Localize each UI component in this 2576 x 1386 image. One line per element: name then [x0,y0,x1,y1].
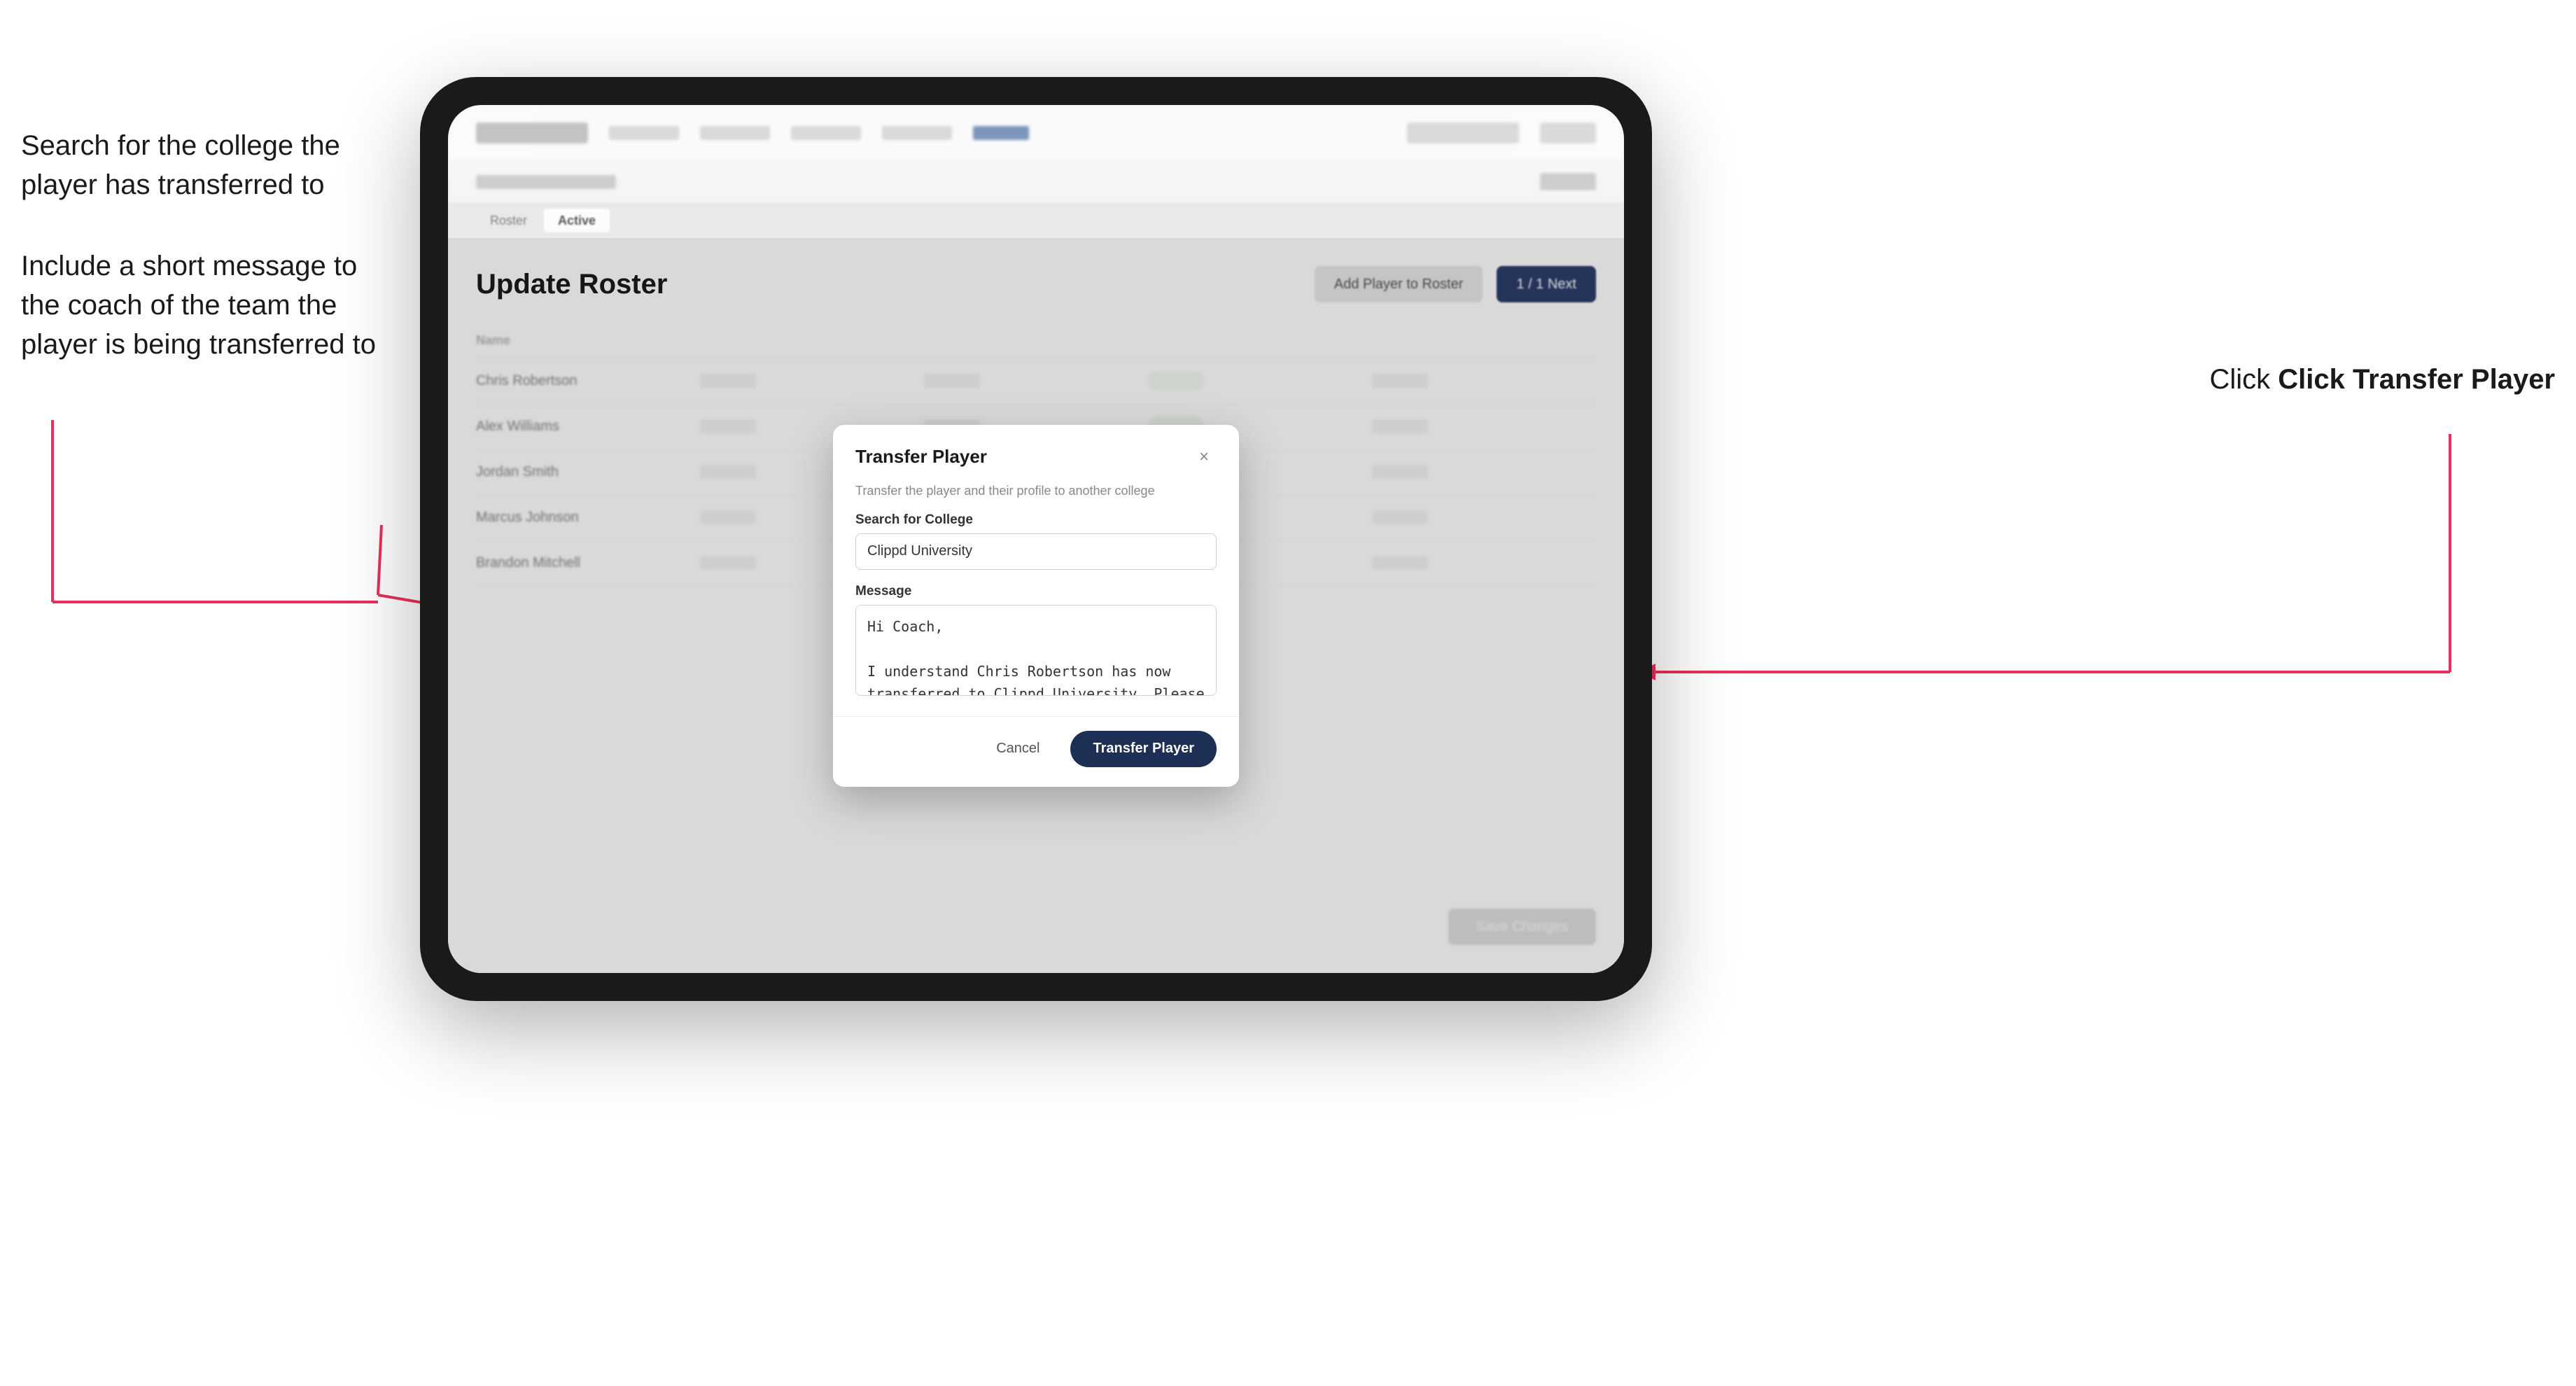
modal-header: Transfer Player × [833,425,1239,484]
annotation-message-text: Include a short message to the coach of … [21,246,385,364]
tab-active: Active [544,209,610,232]
tab-roster: Roster [476,209,541,232]
tablet-screen: Roster Active Update Roster Add Player t… [448,105,1624,973]
tablet-frame: Roster Active Update Roster Add Player t… [420,77,1652,1001]
annotation-search-text: Search for the college the player has tr… [21,126,385,204]
modal-body: Transfer the player and their profile to… [833,484,1239,716]
breadcrumb-placeholder [476,175,616,189]
content-area: Update Roster Add Player to Roster 1 / 1… [448,238,1624,973]
top-nav [448,105,1624,161]
sub-header [448,161,1624,203]
create-button-placeholder [1540,173,1596,190]
nav-item-moreinfo [882,126,952,140]
nav-logo [476,122,588,144]
annotation-left: Search for the college the player has tr… [21,126,385,406]
annotation-right: Click Click Transfer Player [2209,364,2555,396]
message-label: Message [855,584,1217,599]
modal-close-button[interactable]: × [1191,444,1217,470]
transfer-player-button[interactable]: Transfer Player [1070,731,1217,767]
nav-right-action [1540,122,1596,144]
nav-item-tools [700,126,770,140]
modal-title: Transfer Player [855,446,987,468]
search-college-label: Search for College [855,512,1217,528]
nav-item-statistics [791,126,861,140]
modal-overlay: Transfer Player × Transfer the player an… [448,238,1624,973]
annotation-click-text: Click Click Transfer Player [2209,364,2555,396]
modal-subtitle: Transfer the player and their profile to… [855,484,1217,498]
transfer-player-modal: Transfer Player × Transfer the player an… [833,425,1239,787]
nav-item-active [973,126,1029,140]
nav-right-profile [1407,122,1519,144]
nav-item-community [609,126,679,140]
cancel-button[interactable]: Cancel [976,731,1059,767]
search-college-input[interactable] [855,533,1217,570]
modal-footer: Cancel Transfer Player [833,716,1239,787]
tab-bar: Roster Active [448,203,1624,238]
message-textarea[interactable]: Hi Coach, I understand Chris Robertson h… [855,605,1217,696]
